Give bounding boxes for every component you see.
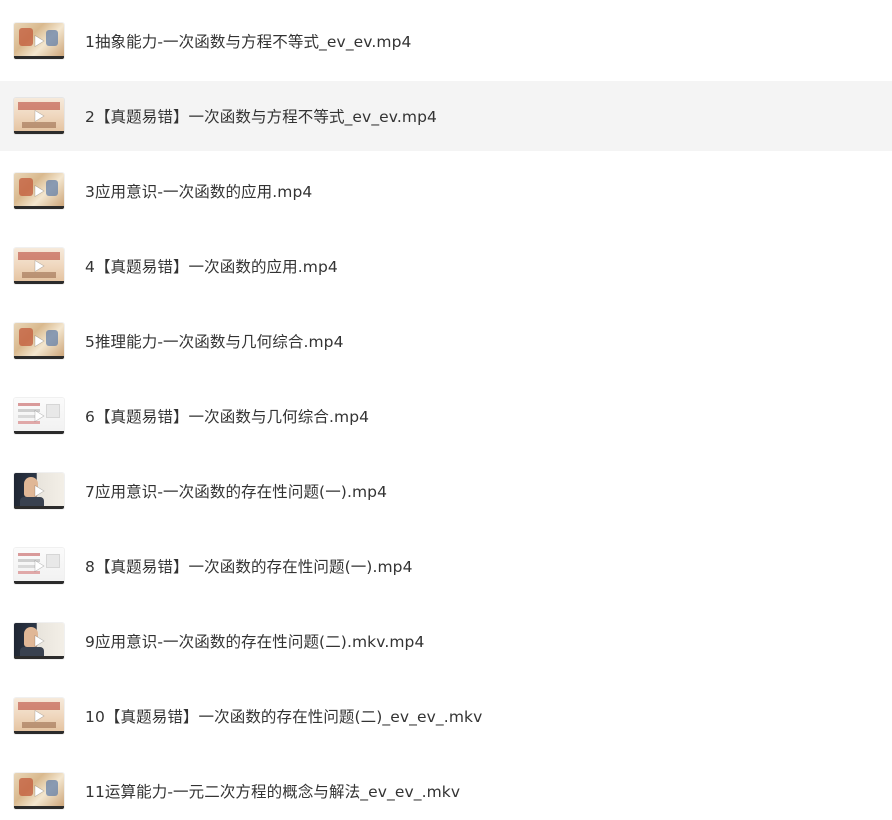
- file-row[interactable]: 2【真题易错】一次函数与方程不等式_ev_ev.mp4: [0, 81, 892, 151]
- file-name[interactable]: 11运算能力-一元二次方程的概念与解法_ev_ev_.mkv: [85, 780, 460, 802]
- file-row[interactable]: 10【真题易错】一次函数的存在性问题(二)_ev_ev_.mkv: [0, 681, 892, 751]
- play-icon: [34, 184, 45, 198]
- play-icon: [34, 784, 45, 798]
- video-thumbnail[interactable]: [14, 248, 64, 284]
- file-name[interactable]: 3应用意识-一次函数的应用.mp4: [85, 180, 312, 202]
- thumbnail-bottom-bar: [14, 806, 64, 809]
- thumbnail-bottom-bar: [14, 731, 64, 734]
- thumbnail-bottom-bar: [14, 581, 64, 584]
- file-name[interactable]: 2【真题易错】一次函数与方程不等式_ev_ev.mp4: [85, 105, 437, 127]
- file-row[interactable]: 7应用意识-一次函数的存在性问题(一).mp4: [0, 456, 892, 526]
- file-row[interactable]: 6【真题易错】一次函数与几何综合.mp4: [0, 381, 892, 451]
- file-name[interactable]: 4【真题易错】一次函数的应用.mp4: [85, 255, 338, 277]
- thumbnail-bottom-bar: [14, 206, 64, 209]
- file-row[interactable]: 9应用意识-一次函数的存在性问题(二).mkv.mp4: [0, 606, 892, 676]
- play-icon: [34, 484, 45, 498]
- file-name[interactable]: 7应用意识-一次函数的存在性问题(一).mp4: [85, 480, 387, 502]
- file-name[interactable]: 1抽象能力-一次函数与方程不等式_ev_ev.mp4: [85, 30, 412, 52]
- video-thumbnail[interactable]: [14, 173, 64, 209]
- thumbnail-bottom-bar: [14, 131, 64, 134]
- video-thumbnail[interactable]: [14, 323, 64, 359]
- video-thumbnail[interactable]: [14, 398, 64, 434]
- file-row[interactable]: 3应用意识-一次函数的应用.mp4: [0, 156, 892, 226]
- video-thumbnail[interactable]: [14, 623, 64, 659]
- thumbnail-bottom-bar: [14, 56, 64, 59]
- file-row[interactable]: 11运算能力-一元二次方程的概念与解法_ev_ev_.mkv: [0, 756, 892, 820]
- file-row[interactable]: 5推理能力-一次函数与几何综合.mp4: [0, 306, 892, 376]
- thumbnail-bottom-bar: [14, 506, 64, 509]
- file-name[interactable]: 8【真题易错】一次函数的存在性问题(一).mp4: [85, 555, 413, 577]
- file-row[interactable]: 1抽象能力-一次函数与方程不等式_ev_ev.mp4: [0, 6, 892, 76]
- play-icon: [34, 409, 45, 423]
- file-name[interactable]: 10【真题易错】一次函数的存在性问题(二)_ev_ev_.mkv: [85, 705, 482, 727]
- file-row[interactable]: 8【真题易错】一次函数的存在性问题(一).mp4: [0, 531, 892, 601]
- video-thumbnail[interactable]: [14, 698, 64, 734]
- file-list: 1抽象能力-一次函数与方程不等式_ev_ev.mp4 2【真题易错】一次函数与方程…: [0, 0, 892, 820]
- play-icon: [34, 559, 45, 573]
- file-row[interactable]: 4【真题易错】一次函数的应用.mp4: [0, 231, 892, 301]
- thumbnail-bottom-bar: [14, 656, 64, 659]
- play-icon: [34, 634, 45, 648]
- thumbnail-bottom-bar: [14, 356, 64, 359]
- video-thumbnail[interactable]: [14, 98, 64, 134]
- video-thumbnail[interactable]: [14, 773, 64, 809]
- play-icon: [34, 259, 45, 273]
- video-thumbnail[interactable]: [14, 548, 64, 584]
- thumbnail-bottom-bar: [14, 281, 64, 284]
- video-thumbnail[interactable]: [14, 23, 64, 59]
- play-icon: [34, 34, 45, 48]
- file-name[interactable]: 9应用意识-一次函数的存在性问题(二).mkv.mp4: [85, 630, 424, 652]
- file-name[interactable]: 6【真题易错】一次函数与几何综合.mp4: [85, 405, 369, 427]
- play-icon: [34, 109, 45, 123]
- play-icon: [34, 709, 45, 723]
- video-thumbnail[interactable]: [14, 473, 64, 509]
- file-name[interactable]: 5推理能力-一次函数与几何综合.mp4: [85, 330, 344, 352]
- thumbnail-bottom-bar: [14, 431, 64, 434]
- play-icon: [34, 334, 45, 348]
